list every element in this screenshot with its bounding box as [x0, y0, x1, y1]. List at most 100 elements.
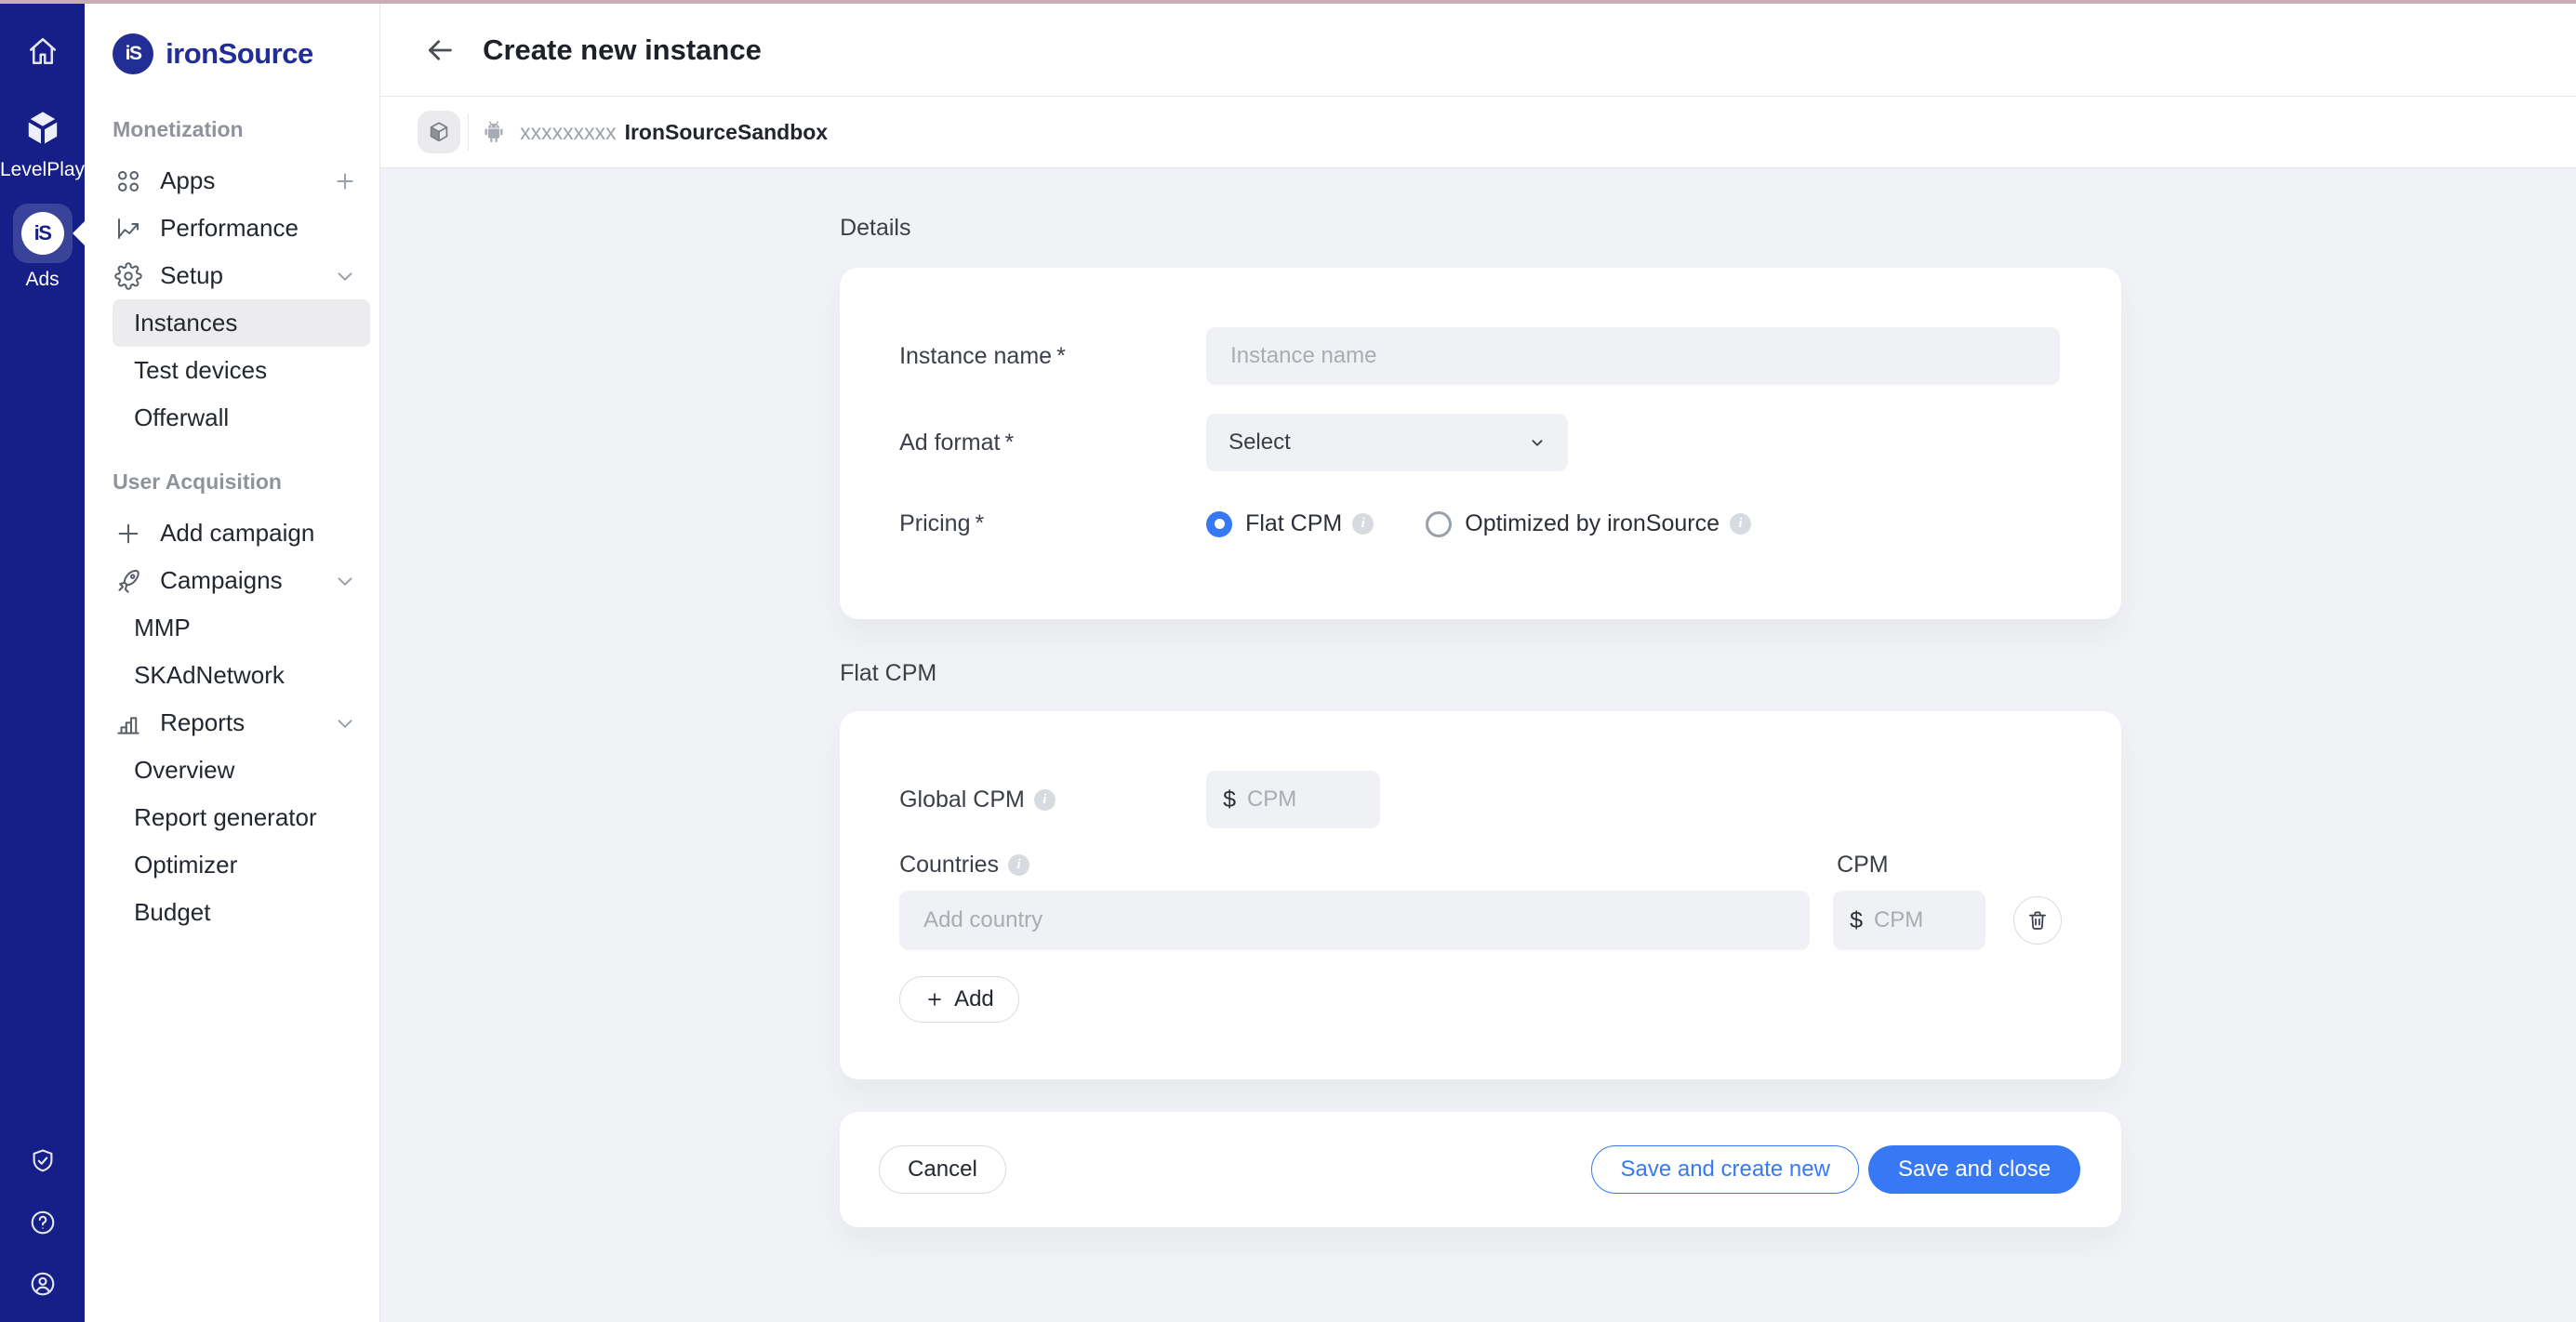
sidebar-item-setup[interactable]: Setup — [85, 252, 379, 299]
delete-row-button[interactable] — [2013, 896, 2062, 945]
app-name: IronSourceSandbox — [625, 120, 829, 145]
chevron-down-icon — [333, 264, 357, 288]
sidebar-item-label: Add campaign — [160, 519, 314, 548]
unity-icon — [22, 108, 63, 153]
sidebar-item-label: Optimizer — [134, 851, 237, 879]
sidebar-item-optimizer[interactable]: Optimizer — [85, 841, 379, 889]
sidebar-item-instances[interactable]: Instances — [113, 299, 370, 347]
plus-icon — [924, 989, 945, 1010]
info-icon[interactable]: i — [1352, 513, 1374, 535]
home-icon — [26, 34, 60, 68]
form-content: Details Instance name* Ad format* Select — [840, 168, 2121, 1227]
rail-item-label: LevelPlay — [0, 159, 85, 181]
sidebar-item-label: Report generator — [134, 803, 317, 832]
sidebar-item-label: Offerwall — [134, 403, 229, 432]
sidebar-item-campaigns[interactable]: Campaigns — [85, 557, 379, 604]
cancel-button[interactable]: Cancel — [879, 1145, 1006, 1194]
global-cpm-input[interactable] — [1247, 787, 1363, 813]
app-context-bar: xxxxxxxxx IronSourceSandbox — [380, 97, 2576, 168]
brand-monogram-icon: iS — [113, 33, 153, 74]
sidebar-item-performance[interactable]: Performance — [85, 205, 379, 252]
countries-label: Countries i — [899, 852, 1837, 879]
sidebar-item-reports[interactable]: Reports — [85, 699, 379, 747]
sidebar-item-overview[interactable]: Overview — [85, 747, 379, 794]
chevron-down-icon — [333, 569, 357, 593]
radio-unselected[interactable] — [1426, 511, 1452, 537]
pricing-option-flat-cpm[interactable]: Flat CPM i — [1206, 510, 1374, 537]
save-and-create-new-button[interactable]: Save and create new — [1591, 1145, 1858, 1194]
info-icon[interactable]: i — [1008, 854, 1029, 876]
cpm-column-label: CPM — [1837, 852, 1889, 879]
sidebar-item-label: Budget — [134, 898, 210, 927]
sidebar-item-label: Apps — [160, 166, 215, 195]
trash-icon — [2025, 908, 2050, 932]
sidebar-item-budget[interactable]: Budget — [85, 889, 379, 936]
rail-item-ads[interactable]: iS Ads — [13, 204, 73, 291]
ad-format-select[interactable]: Select — [1206, 414, 1568, 471]
window-top-strip — [0, 0, 2576, 4]
pricing-option-optimized[interactable]: Optimized by ironSource i — [1426, 510, 1751, 537]
ironsource-monogram-icon: iS — [21, 212, 64, 255]
active-section-notch — [73, 221, 85, 245]
app-icon-tile — [418, 111, 460, 153]
sidebar-item-add-campaign[interactable]: Add campaign — [85, 509, 379, 557]
sidebar-item-label: Setup — [160, 261, 223, 290]
sidebar-item-offerwall[interactable]: Offerwall — [85, 394, 379, 442]
required-mark: * — [1056, 343, 1066, 369]
details-section-label: Details — [840, 215, 2121, 242]
rail-item-home[interactable] — [25, 33, 60, 69]
info-icon[interactable]: i — [1730, 513, 1751, 535]
sidebar-item-skadnetwork[interactable]: SKAdNetwork — [85, 652, 379, 699]
brand-name: ironSource — [166, 37, 313, 71]
details-card: Instance name* Ad format* Select Pri — [840, 268, 2121, 619]
instance-name-input[interactable] — [1206, 327, 2060, 385]
rail-item-levelplay[interactable]: LevelPlay — [0, 108, 85, 181]
app-id: xxxxxxxxx — [520, 120, 617, 145]
page-header: Create new instance — [380, 4, 2576, 97]
sidebar-item-report-generator[interactable]: Report generator — [85, 794, 379, 841]
radio-selected[interactable] — [1206, 511, 1232, 537]
brand-logo[interactable]: iS ironSource — [85, 33, 379, 74]
country-cpm-row: $ — [899, 891, 2062, 950]
sidebar-item-mmp[interactable]: MMP — [85, 604, 379, 652]
help-icon[interactable] — [29, 1209, 57, 1236]
sidebar-item-label: MMP — [134, 614, 191, 642]
sidebar-item-label: Overview — [134, 756, 234, 785]
rail-bottom-group — [29, 1147, 57, 1322]
pricing-radio-group: Flat CPM i Optimized by ironSource i — [1206, 510, 1751, 537]
rail-item-label: Ads — [25, 269, 59, 291]
save-and-close-button[interactable]: Save and close — [1868, 1145, 2080, 1194]
add-country-input[interactable] — [899, 891, 1810, 950]
rocket-icon — [114, 567, 142, 595]
shield-check-icon[interactable] — [29, 1147, 57, 1175]
instance-name-label: Instance name* — [899, 343, 1206, 370]
sidebar-item-test-devices[interactable]: Test devices — [85, 347, 379, 394]
app-root: LevelPlay iS Ads — [0, 0, 2576, 1322]
info-icon[interactable]: i — [1034, 789, 1056, 811]
grid-icon — [114, 167, 142, 195]
ad-format-label: Ad format* — [899, 430, 1206, 456]
sidebar-item-label: Test devices — [134, 356, 267, 385]
add-country-button[interactable]: Add — [899, 976, 1019, 1023]
ad-format-selected-value: Select — [1228, 430, 1291, 456]
back-button[interactable] — [421, 32, 458, 69]
flat-cpm-card: Global CPM i $ Countries i — [840, 711, 2121, 1079]
sidebar-section-monetization: Monetization — [113, 117, 379, 142]
plus-icon — [114, 520, 142, 548]
ads-active-tile: iS — [13, 204, 73, 263]
sidebar-item-apps[interactable]: Apps — [85, 157, 379, 205]
chevron-down-icon — [333, 711, 357, 735]
page-title: Create new instance — [483, 33, 762, 67]
form-actions-card: Cancel Save and create new Save and clos… — [840, 1112, 2121, 1227]
account-icon[interactable] — [29, 1270, 57, 1298]
gear-icon — [114, 262, 142, 290]
divider — [468, 113, 469, 151]
pricing-label: Pricing* — [899, 510, 1206, 537]
country-cpm-input[interactable] — [1874, 907, 1969, 933]
country-cpm-field[interactable]: $ — [1833, 891, 1985, 950]
global-cpm-field[interactable]: $ — [1206, 771, 1380, 828]
plus-icon[interactable] — [333, 169, 357, 193]
flat-cpm-section-label: Flat CPM — [840, 660, 2121, 687]
android-icon — [480, 118, 508, 146]
sidebar-item-label: Performance — [160, 214, 299, 243]
